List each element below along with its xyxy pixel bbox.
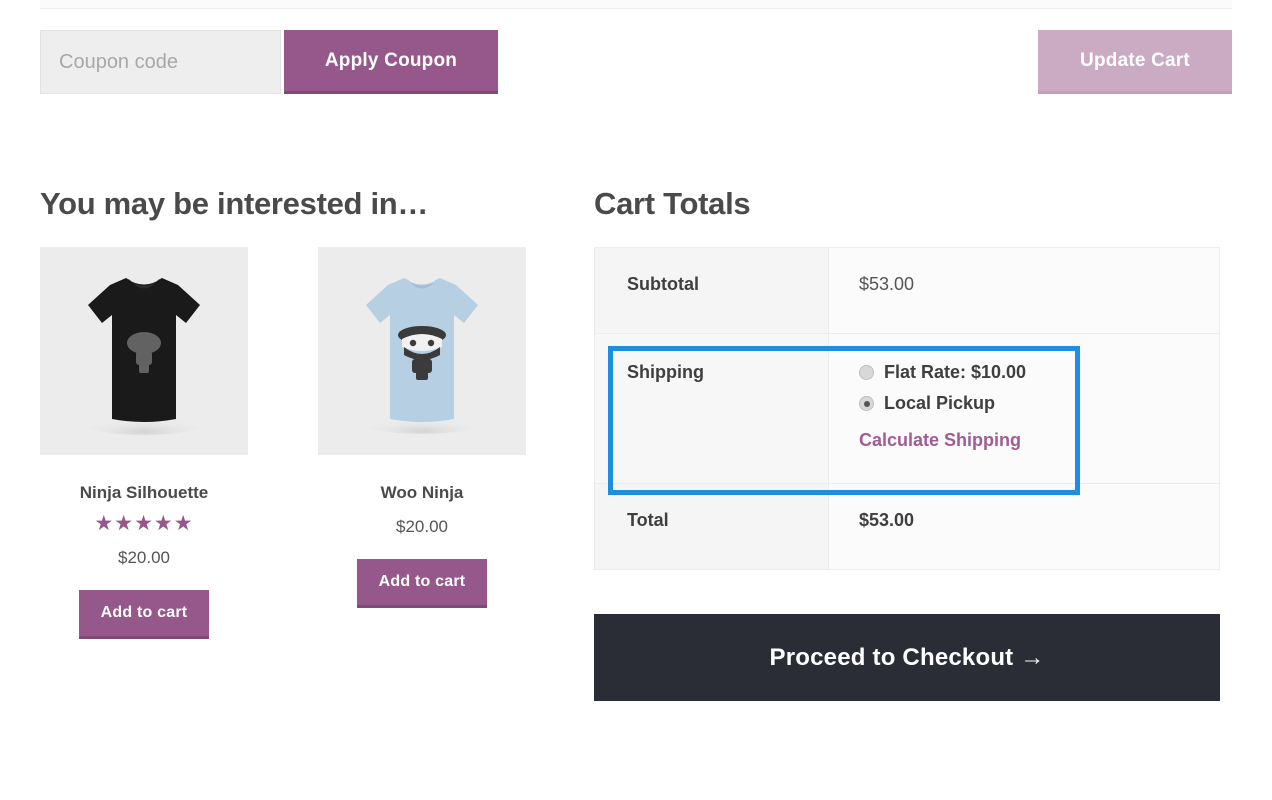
table-row-total: Total $53.00 <box>594 483 1220 570</box>
radio-checked-icon[interactable] <box>859 396 874 411</box>
apply-coupon-button[interactable]: Apply Coupon <box>284 30 498 94</box>
shipping-option-label: Flat Rate: $10.00 <box>884 362 1027 382</box>
radio-icon[interactable] <box>859 365 874 380</box>
coupon-code-input[interactable] <box>40 30 281 94</box>
product-price: $20.00 <box>396 517 448 536</box>
shipping-options-cell: Flat Rate: $10.00 Local Pickup Calculate… <box>828 333 1220 484</box>
coupon-row: Apply Coupon Update Cart <box>40 30 1232 96</box>
update-cart-button[interactable]: Update Cart <box>1038 30 1232 94</box>
shipping-option-local-pickup[interactable]: Local Pickup <box>859 393 1219 414</box>
subtotal-label: Subtotal <box>594 247 829 334</box>
upsell-product-grid: Ninja Silhouette ★★★★★ $20.00 Add to car… <box>40 247 560 639</box>
add-to-cart-button[interactable]: Add to cart <box>356 559 488 608</box>
add-to-cart-button[interactable]: Add to cart <box>78 590 210 639</box>
upsells-title: You may be interested in… <box>40 186 429 221</box>
cart-totals-table: Subtotal $53.00 Shipping Flat Rate: $10.… <box>594 247 1220 570</box>
cart-page: Apply Coupon Update Cart You may be inte… <box>0 0 1272 800</box>
product-rating-stars: ★★★★★ <box>94 512 194 535</box>
table-row-subtotal: Subtotal $53.00 <box>594 247 1220 334</box>
proceed-to-checkout-button[interactable]: Proceed to Checkout → <box>594 614 1220 701</box>
product-name: Woo Ninja <box>380 483 464 502</box>
product-actions: Add to cart <box>318 559 526 608</box>
product-name: Ninja Silhouette <box>79 483 209 502</box>
product-thumbnail[interactable] <box>318 247 526 455</box>
calculate-shipping-link[interactable]: Calculate Shipping <box>859 430 1021 451</box>
total-value: $53.00 <box>828 483 1220 570</box>
cart-totals-title: Cart Totals <box>594 186 751 221</box>
table-row-shipping: Shipping Flat Rate: $10.00 Local Pickup … <box>594 333 1220 484</box>
cart-table-bottom-edge <box>40 0 1232 9</box>
cart-totals-section: Cart Totals Subtotal $53.00 Shipping Fla… <box>594 186 1220 701</box>
product-card[interactable]: Ninja Silhouette ★★★★★ $20.00 Add to car… <box>40 247 248 639</box>
product-actions: Add to cart <box>40 590 248 639</box>
total-label: Total <box>594 483 829 570</box>
product-price: $20.00 <box>118 548 170 567</box>
product-card[interactable]: Woo Ninja $20.00 Add to cart <box>318 247 526 639</box>
subtotal-value: $53.00 <box>828 247 1220 334</box>
shipping-option-label: Local Pickup <box>884 393 996 413</box>
product-thumbnail[interactable] <box>40 247 248 455</box>
shipping-option-flat-rate[interactable]: Flat Rate: $10.00 <box>859 362 1219 383</box>
upsells-section: You may be interested in… Ninja Silhouet… <box>40 186 560 639</box>
shipping-label: Shipping <box>594 333 829 484</box>
